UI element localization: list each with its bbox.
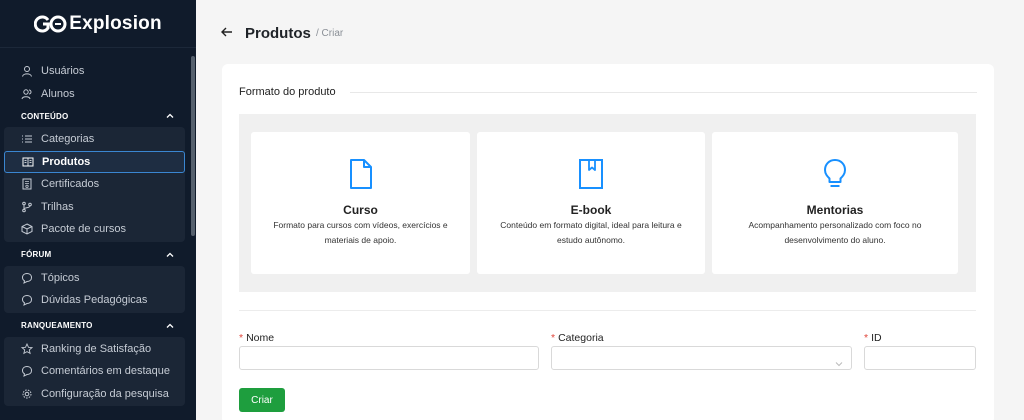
sidebar-item-label: Tópicos [41,271,80,284]
product-type-name: E-book [570,203,612,217]
sidebar-scrollbar[interactable] [191,56,195,236]
book-icon [22,156,34,168]
section-ranqueamento[interactable]: RANQUEAMENTO [0,315,196,337]
product-type-description: Formato para cursos com vídeos, exercíci… [273,220,448,245]
product-type-curso[interactable]: Curso Formato para cursos com vídeos, ex… [251,132,470,274]
sidebar-item-certificados[interactable]: Certificados [4,173,185,196]
sidebar-item-label: Trilhas [41,200,74,213]
chat-icon [21,365,33,378]
sidebar-item-duvidas-pedagogicas[interactable]: Dúvidas Pedagógicas [4,289,185,312]
main-content: Produtos / Criar Formato do produto Curs… [196,0,1024,420]
sidebar-item-usuarios[interactable]: Usuários [0,60,196,83]
sidebar-item-label: Usuários [41,65,85,78]
create-button[interactable]: Criar [239,388,285,412]
chevron-up-icon [166,251,174,259]
gear-icon [21,388,33,400]
page-scrollbar-track [1017,0,1024,420]
sidebar-item-configuracao-pesquisa[interactable]: Configuração da pesquisa [4,383,185,406]
required-marker: * [864,332,869,344]
category-label-text: Categoria [558,332,604,344]
sidebar-item-ranking-satisfacao[interactable]: Ranking de Satisfação [4,338,185,361]
name-input[interactable] [239,346,539,370]
product-format-heading: Formato do produto [239,86,977,98]
chat-icon [21,272,33,284]
product-form-card: Formato do produto Curso Formato para cu… [222,64,994,420]
chevron-up-icon [166,112,174,120]
required-marker: * [551,332,556,344]
divider [349,91,977,93]
sidebar-item-produtos[interactable]: Produtos [4,150,185,173]
section-conteudo[interactable]: CONTEÚDO [0,105,196,127]
breadcrumb: / Criar [316,28,344,39]
form-divider [239,310,976,311]
ebook-icon [577,158,605,190]
section-title: CONTEÚDO [21,111,69,121]
users-icon [21,88,33,100]
product-type-mentorias[interactable]: Mentorias Acompanhamento personalizado c… [712,132,958,274]
product-type-ebook[interactable]: E-book Conteúdo em formato digital, idea… [477,132,705,274]
required-marker: * [239,332,244,344]
sidebar-item-label: Pacote de cursos [41,223,126,236]
category-select[interactable] [551,346,852,370]
name-label: * Nome [239,332,274,344]
category-label: * Categoria [551,332,604,344]
product-type-selector: Curso Formato para cursos com vídeos, ex… [239,114,976,292]
chat-icon [21,294,33,307]
file-icon [347,158,375,190]
name-label-text: Nome [246,332,275,344]
sidebar-item-pacote-de-cursos[interactable]: Pacote de cursos [4,218,185,241]
logo-text: Explosion [69,12,162,34]
sidebar-item-label: Alunos [41,87,75,100]
sidebar-item-label: Ranking de Satisfação [41,342,152,355]
product-type-description: Acompanhamento personalizado com foco no… [748,220,922,245]
section-title: FÓRUM [21,250,52,259]
product-type-name: Mentorias [806,203,864,217]
section-ranqueamento-items: Ranking de Satisfação Comentários em des… [4,336,185,406]
package-icon [21,223,33,235]
list-icon [21,133,33,145]
star-icon [21,342,33,355]
lightbulb-icon [821,158,849,190]
product-type-name: Curso [343,203,378,217]
sidebar-item-label: Comentários em destaque [41,365,171,378]
page-title: Produtos [245,25,311,42]
id-label-text: ID [871,332,882,344]
sidebar: Explosion Usuários Alunos CONTEÚDO Categ… [0,0,196,420]
sidebar-item-label: Categorias [41,133,95,146]
logo-mark-icon [34,14,68,34]
section-conteudo-items: Categorias Produtos Certificados Trilhas… [4,127,185,242]
section-title-text: Formato do produto [239,86,336,98]
product-type-description: Conteúdo em formato digital, ideal para … [500,220,682,245]
sidebar-item-label: Dúvidas Pedagógicas [41,294,148,307]
sidebar-item-label: Certificados [41,178,100,191]
certificate-icon [21,178,33,190]
sidebar-item-trilhas[interactable]: Trilhas [4,196,185,219]
sidebar-item-topicos[interactable]: Tópicos [4,267,185,290]
sidebar-item-label: Produtos [42,155,91,168]
sidebar-item-comentarios-destaque[interactable]: Comentários em destaque [4,360,185,383]
brand-logo[interactable]: Explosion [0,0,196,48]
chevron-up-icon [166,322,174,330]
section-forum-items: Tópicos Dúvidas Pedagógicas [4,265,185,313]
page-header: Produtos / Criar [196,0,1024,60]
branch-icon [21,201,33,213]
sidebar-item-alunos[interactable]: Alunos [0,83,196,106]
sidebar-item-categorias[interactable]: Categorias [4,128,185,151]
section-title: RANQUEAMENTO [21,321,93,330]
id-label: * ID [864,332,882,344]
back-arrow-icon[interactable] [220,25,234,39]
section-forum[interactable]: FÓRUM [0,244,196,266]
chevron-down-icon [835,355,843,367]
sidebar-item-label: Configuração da pesquisa [41,387,169,400]
user-icon [21,65,33,77]
id-input[interactable] [864,346,976,370]
